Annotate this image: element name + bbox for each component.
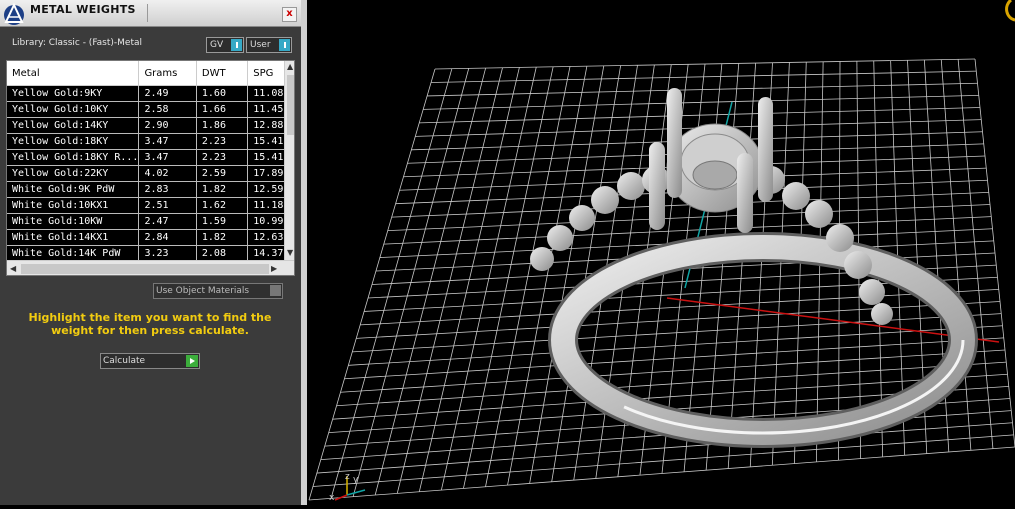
table-row[interactable]: Yellow Gold:18KY R... 3.47 2.23 15.41 <box>7 149 294 166</box>
close-button[interactable]: x <box>282 7 297 22</box>
cell-grams[interactable]: 2.51 <box>138 197 197 214</box>
close-icon: x <box>286 8 293 19</box>
use-object-materials-label: Use Object Materials <box>156 286 250 296</box>
cell-grams[interactable]: 3.47 <box>138 149 197 166</box>
axis-triad-y-label: y <box>353 475 359 485</box>
cell-dwt[interactable]: 1.60 <box>196 85 249 102</box>
prong <box>649 142 665 230</box>
table-header-row: Metal Grams DWT SPG <box>7 61 294 86</box>
table-row[interactable]: Yellow Gold:14KY 2.90 1.86 12.88 <box>7 117 294 134</box>
cell-metal[interactable]: White Gold:9K PdW <box>7 181 140 198</box>
table-row[interactable]: Yellow Gold:9KY 2.49 1.60 11.08 <box>7 85 294 102</box>
cell-metal[interactable]: Yellow Gold:18KY R... <box>7 149 140 166</box>
gv-toggle-label: GV <box>210 40 224 50</box>
axis-triad-z-label: z <box>345 472 350 482</box>
library-label: Library: Classic - (Fast)-Metal <box>12 38 143 48</box>
cell-grams[interactable]: 3.47 <box>138 133 197 150</box>
cell-dwt[interactable]: 1.62 <box>196 197 249 214</box>
cell-grams[interactable]: 2.58 <box>138 101 197 118</box>
table-row[interactable]: White Gold:9K PdW 2.83 1.82 12.59 <box>7 181 294 198</box>
viewport-canvas[interactable]: z y x <box>307 0 1015 505</box>
grid-line <box>312 434 1014 487</box>
prong <box>667 88 682 198</box>
cell-metal[interactable]: Yellow Gold:14KY <box>7 117 140 134</box>
table-row[interactable]: Yellow Gold:10KY 2.58 1.66 11.45 <box>7 101 294 118</box>
cell-metal[interactable]: White Gold:10KW <box>7 213 140 230</box>
axis-triad-y <box>346 489 366 496</box>
vertical-scrollbar[interactable]: ▲ ▼ <box>284 61 294 260</box>
cell-metal[interactable]: Yellow Gold:18KY <box>7 133 140 150</box>
cell-grams[interactable]: 2.49 <box>138 85 197 102</box>
grid-line <box>344 337 1004 380</box>
grid-line <box>727 63 757 469</box>
titlebar-divider <box>147 4 148 22</box>
axis-triad-x-label: x <box>329 493 335 503</box>
cell-dwt[interactable]: 1.86 <box>196 117 249 134</box>
scroll-right-icon[interactable]: ▶ <box>271 264 277 273</box>
scroll-down-icon[interactable]: ▼ <box>287 248 293 257</box>
calculate-label: Calculate <box>103 356 146 366</box>
metal-weights-panel: METAL WEIGHTS x Library: Classic - (Fast… <box>0 0 301 505</box>
cell-dwt[interactable]: 1.82 <box>196 229 249 246</box>
app-logo-icon <box>4 2 24 25</box>
instruction-text: Highlight the item you want to find the … <box>28 311 272 337</box>
prong <box>737 153 753 233</box>
cell-grams[interactable]: 2.90 <box>138 117 197 134</box>
column-header-metal[interactable]: Metal <box>7 61 140 86</box>
toggle-info-icon <box>231 39 242 51</box>
cell-metal[interactable]: White Gold:10KX1 <box>7 197 140 214</box>
use-object-materials-checkbox[interactable]: Use Object Materials <box>153 283 283 299</box>
panel-title: METAL WEIGHTS <box>30 3 136 16</box>
cell-dwt[interactable]: 1.59 <box>196 213 249 230</box>
table-row[interactable]: Yellow Gold:18KY 3.47 2.23 15.41 <box>7 133 294 150</box>
3d-viewport[interactable]: z y x <box>307 0 1015 505</box>
cell-grams[interactable]: 2.47 <box>138 213 197 230</box>
cell-dwt[interactable]: 2.23 <box>196 149 249 166</box>
column-header-dwt[interactable]: DWT <box>196 61 249 86</box>
grid-line <box>308 446 1015 501</box>
scroll-up-icon[interactable]: ▲ <box>287 62 293 71</box>
table-row[interactable]: White Gold:10KW 2.47 1.59 10.99 <box>7 213 294 230</box>
vertical-scroll-thumb[interactable] <box>287 75 294 135</box>
table-row[interactable]: White Gold:10KX1 2.51 1.62 11.18 <box>7 197 294 214</box>
checkbox-icon <box>270 285 281 296</box>
cell-dwt[interactable]: 1.82 <box>196 181 249 198</box>
grid-line <box>957 59 994 449</box>
horizontal-scroll-thumb[interactable] <box>21 264 269 274</box>
user-toggle[interactable]: User <box>246 37 292 53</box>
cell-grams[interactable]: 2.83 <box>138 181 197 198</box>
grid-line <box>340 349 1006 393</box>
toggle-info-icon <box>279 39 290 51</box>
play-icon <box>186 355 198 367</box>
horizontal-scrollbar[interactable]: ◀ ▶ <box>7 260 294 275</box>
center-setting-inner <box>692 160 738 190</box>
cell-dwt[interactable]: 2.23 <box>196 133 249 150</box>
table-row[interactable]: Yellow Gold:22KY 4.02 2.59 17.89 <box>7 165 294 182</box>
grid-line <box>348 325 1003 366</box>
scroll-left-icon[interactable]: ◀ <box>10 264 16 273</box>
column-header-grams[interactable]: Grams <box>138 61 197 86</box>
cell-metal[interactable]: Yellow Gold:10KY <box>7 101 140 118</box>
cell-metal[interactable]: Yellow Gold:22KY <box>7 165 140 182</box>
table-row[interactable]: White Gold:14KX1 2.84 1.82 12.63 <box>7 229 294 246</box>
view-cube-icon[interactable] <box>1005 0 1015 22</box>
cell-metal[interactable]: White Gold:14KX1 <box>7 229 140 246</box>
cell-dwt[interactable]: 2.59 <box>196 165 249 182</box>
gv-toggle[interactable]: GV <box>206 37 244 53</box>
calculate-button[interactable]: Calculate <box>100 353 200 369</box>
prong <box>758 97 773 202</box>
cell-grams[interactable]: 2.84 <box>138 229 197 246</box>
cell-metal[interactable]: Yellow Gold:9KY <box>7 85 140 102</box>
cell-grams[interactable]: 4.02 <box>138 165 197 182</box>
panel-titlebar[interactable]: METAL WEIGHTS x <box>0 0 301 27</box>
user-toggle-label: User <box>250 40 271 50</box>
metal-weights-table[interactable]: Metal Grams DWT SPG Yellow Gold:9KY 2.49 1… <box>6 60 295 276</box>
cell-dwt[interactable]: 1.66 <box>196 101 249 118</box>
grid-line <box>974 58 1015 448</box>
